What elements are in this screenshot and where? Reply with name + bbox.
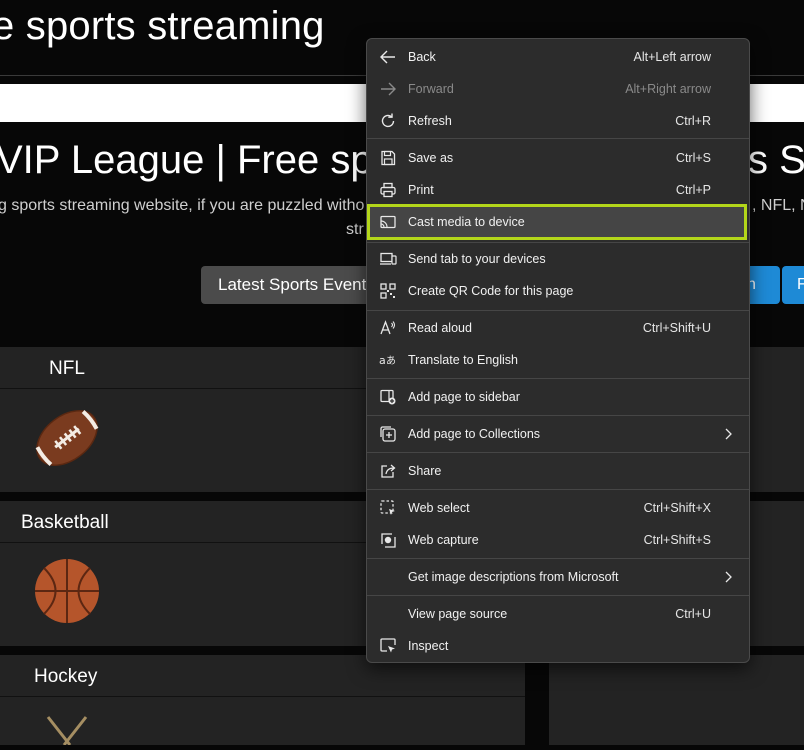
menu-item-add-sidebar[interactable]: Add page to sidebar [367,381,749,413]
menu-item-label: View page source [408,607,508,621]
svg-text:あ: あ [386,355,396,367]
menu-item-label: Forward [408,82,454,96]
menu-item-print[interactable]: Print Ctrl+P [367,174,749,206]
menu-item-label: Share [408,464,442,478]
menu-item-shortcut: Ctrl+U [675,607,711,621]
menu-item-qr-code[interactable]: Create QR Code for this page [367,275,749,307]
menu-separator [367,489,749,490]
menu-item-label: Add page to sidebar [408,390,520,404]
menu-item-label: Add page to Collections [408,427,541,441]
web-select-icon [379,499,397,517]
save-icon [379,149,397,167]
qr-code-icon [379,282,397,300]
hero-description-line2: str [346,221,364,238]
menu-item-share[interactable]: Share [367,455,749,487]
latest-sports-events-button[interactable]: Latest Sports Events [201,266,379,304]
devices-icon [379,250,397,268]
menu-item-web-select[interactable]: Web select Ctrl+Shift+X [367,492,749,524]
menu-separator [367,138,749,139]
menu-item-image-descriptions[interactable]: Get image descriptions from Microsoft [367,561,749,593]
collections-icon [379,425,397,443]
menu-item-shortcut: Alt+Left arrow [633,50,711,64]
card-label: NFL [49,358,85,379]
menu-item-label: Get image descriptions from Microsoft [408,570,619,584]
menu-item-shortcut: Ctrl+Shift+X [643,501,711,515]
refresh-icon [379,112,397,130]
menu-item-back[interactable]: Back Alt+Left arrow [367,41,749,73]
basketball-icon [34,558,100,624]
menu-separator [367,310,749,311]
menu-item-label: Read aloud [408,321,472,335]
sport-card-hockey[interactable]: Hockey [0,655,525,746]
sport-card-right-2[interactable] [749,501,804,646]
menu-item-label: Web select [408,501,470,515]
menu-item-cast-media[interactable]: Cast media to device [367,204,747,240]
forward-arrow-icon [379,80,397,98]
hero-description-tail: , NFL, N [752,197,804,214]
context-menu: Back Alt+Left arrow Forward Alt+Right ar… [366,38,750,663]
menu-item-label: Send tab to your devices [408,252,546,266]
blue-button-2[interactable]: F [782,266,804,304]
menu-item-label: Inspect [408,639,449,653]
menu-separator [367,558,749,559]
card-label: Basketball [21,512,109,533]
inspect-icon [379,637,397,655]
menu-item-shortcut: Ctrl+R [675,114,711,128]
hero-title: VIP League | Free spo [0,138,395,182]
menu-item-label: Web capture [408,533,479,547]
sport-card-right[interactable] [549,655,804,745]
menu-item-inspect[interactable]: Inspect [367,630,749,662]
menu-separator [367,378,749,379]
football-icon [30,401,104,475]
blue-button-2-label: F [797,276,804,293]
translate-icon: aあ [379,351,397,369]
menu-item-send-tab[interactable]: Send tab to your devices [367,243,749,275]
menu-item-shortcut: Alt+Right arrow [625,82,711,96]
menu-item-shortcut: Ctrl+S [675,151,711,165]
menu-item-refresh[interactable]: Refresh Ctrl+R [367,105,749,137]
menu-item-label: Save as [408,151,454,165]
cast-icon [379,213,397,231]
menu-item-label: Back [408,50,436,64]
menu-item-shortcut: Ctrl+P [675,183,711,197]
menu-item-collections[interactable]: Add page to Collections [367,418,749,450]
sport-card-nfl[interactable]: NFL [0,347,370,492]
printer-icon [379,181,397,199]
menu-separator [367,415,749,416]
back-arrow-icon [379,48,397,66]
sport-card-right-3[interactable] [749,347,804,492]
share-icon [379,462,397,480]
hero-title-tail: s St [748,138,804,182]
menu-item-shortcut: Ctrl+Shift+U [642,321,711,335]
hero-description: g sports streaming website, if you are p… [0,197,365,214]
menu-item-label: Cast media to device [408,215,525,229]
menu-item-label: Refresh [408,114,452,128]
sport-card-basketball[interactable]: Basketball [0,501,370,646]
menu-item-translate[interactable]: aあ Translate to English [367,344,749,376]
site-title: e sports streaming [0,4,325,48]
svg-text:a: a [379,354,386,367]
read-aloud-icon [379,319,397,337]
add-sidebar-icon [379,388,397,406]
menu-item-view-source[interactable]: View page source Ctrl+U [367,598,749,630]
chevron-right-icon [723,570,733,584]
web-capture-icon [379,531,397,549]
menu-item-web-capture[interactable]: Web capture Ctrl+Shift+S [367,524,749,556]
menu-item-label: Print [408,183,434,197]
menu-item-read-aloud[interactable]: Read aloud Ctrl+Shift+U [367,312,749,344]
menu-separator [367,452,749,453]
chevron-right-icon [723,427,733,441]
card-label: Hockey [34,666,98,687]
menu-item-label: Translate to English [408,353,519,367]
menu-separator [367,595,749,596]
menu-item-save-as[interactable]: Save as Ctrl+S [367,142,749,174]
menu-item-shortcut: Ctrl+Shift+S [643,533,711,547]
menu-item-label: Create QR Code for this page [408,284,574,298]
menu-item-forward: Forward Alt+Right arrow [367,73,749,105]
